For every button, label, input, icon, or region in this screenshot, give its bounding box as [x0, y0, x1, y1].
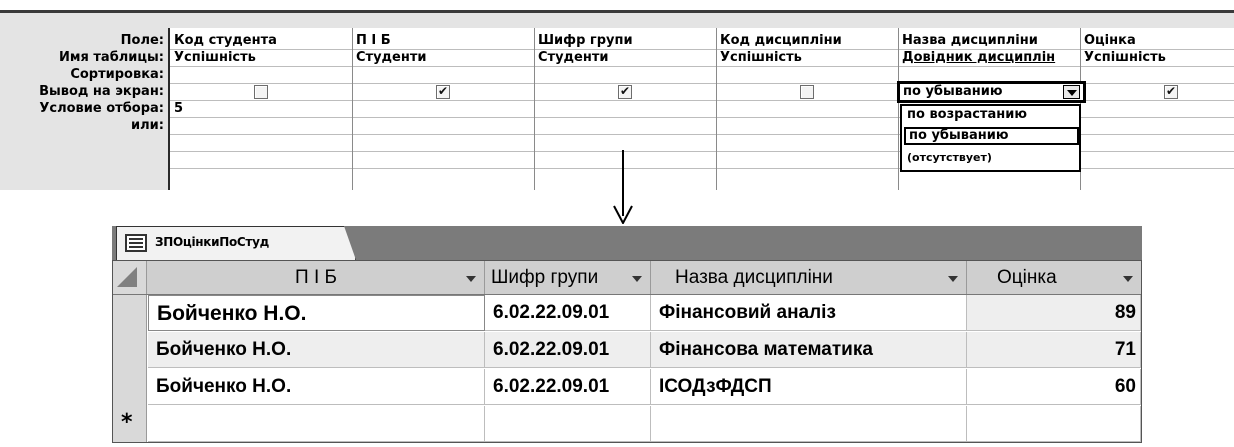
row-selector[interactable]	[113, 332, 147, 369]
sort-option-none[interactable]: (отсутствует)	[904, 150, 1079, 168]
datasheet-header-row: П І Б Шифр групи Назва дисципліни Оцінка	[113, 261, 1141, 295]
cell-discipline-row2[interactable]: Фінансова математика	[651, 332, 967, 368]
document-tab-bar: ЗПОцінкиПоСтуд	[112, 226, 1142, 260]
row-label-show: Вывод на экран:	[39, 84, 164, 99]
arrow-head-icon	[613, 205, 633, 224]
cell-discipline-row1[interactable]: Фінансовий аналіз	[651, 295, 967, 331]
show-checkbox-col2[interactable]	[436, 84, 450, 99]
row-label-or: или:	[131, 118, 164, 133]
field-cell-col5[interactable]: Назва дисципліни	[902, 33, 1078, 49]
datasheet-table: П І Б Шифр групи Назва дисципліни Оцінка…	[112, 260, 1142, 443]
column-header-pib[interactable]: П І Б	[148, 261, 485, 294]
chevron-down-icon[interactable]	[1123, 276, 1133, 282]
field-cell-col1[interactable]: Код студента	[174, 33, 350, 49]
grid-column-divider	[898, 28, 899, 190]
cell-grade-row3[interactable]: 60	[967, 369, 1141, 405]
column-header-group-label: Шифр групи	[491, 267, 599, 288]
table-cell-col6[interactable]: Успішність	[1084, 50, 1234, 66]
row-selector[interactable]	[113, 369, 147, 406]
cell-grade-row2[interactable]: 71	[967, 332, 1141, 368]
show-checkbox-col6[interactable]	[1164, 84, 1178, 99]
table-cell-col1[interactable]: Успішність	[174, 50, 350, 66]
grid-column-divider	[716, 28, 717, 190]
row-label-sort: Сортировка:	[70, 67, 164, 82]
document-tab[interactable]: ЗПОцінкиПоСтуд	[116, 226, 356, 260]
select-all-button[interactable]	[113, 261, 147, 294]
cell-pib-row3[interactable]: Бойченко Н.О.	[148, 369, 485, 405]
column-header-grade[interactable]: Оцінка	[967, 261, 1141, 294]
grid-row-divider	[170, 66, 1234, 67]
cell-discipline-row3[interactable]: ІСОДзФДСП	[651, 369, 967, 405]
query-design-grid: Поле: Имя таблицы: Сортировка: Вывод на …	[0, 0, 1234, 190]
new-row-selector[interactable]: *	[113, 406, 147, 442]
cell-group-row3[interactable]: 6.02.22.09.01	[485, 369, 651, 405]
field-cell-col6[interactable]: Оцінка	[1084, 33, 1234, 49]
new-cell-grade[interactable]	[967, 406, 1141, 442]
sort-combo-value: по убыванию	[903, 84, 1003, 99]
chevron-down-icon[interactable]	[948, 276, 958, 282]
cell-grade-row1[interactable]: 89	[967, 295, 1141, 331]
table-cell-col3[interactable]: Студенти	[538, 50, 714, 66]
new-cell-pib[interactable]	[148, 406, 485, 442]
new-record-icon: *	[121, 410, 133, 435]
show-checkbox-col4[interactable]	[800, 85, 814, 99]
sort-dropdown-list: по возрастанию по убыванию (отсутствует)	[900, 104, 1081, 172]
table-cell-col2[interactable]: Студенти	[356, 50, 532, 66]
field-cell-col3[interactable]: Шифр групи	[538, 33, 714, 49]
column-header-group[interactable]: Шифр групи	[485, 261, 651, 294]
cell-pib-row2[interactable]: Бойченко Н.О.	[148, 332, 485, 368]
query-grid-top-border	[0, 10, 1234, 13]
row-label-criteria: Условие отбора:	[39, 101, 164, 116]
criteria-cell-col1[interactable]: 5	[174, 101, 350, 117]
sort-option-descending[interactable]: по убыванию	[904, 127, 1079, 145]
sort-option-ascending[interactable]: по возрастанию	[904, 107, 1079, 125]
sort-combo-box[interactable]: по убыванию	[897, 81, 1086, 103]
grid-column-divider	[352, 28, 353, 190]
field-cell-col4[interactable]: Код дисципліни	[720, 33, 896, 49]
column-header-grade-label: Оцінка	[997, 267, 1057, 288]
document-tab-label: ЗПОцінкиПоСтуд	[155, 235, 269, 249]
column-header-discipline-label: Назва дисципліни	[675, 267, 833, 288]
new-cell-discipline[interactable]	[651, 406, 967, 442]
query-table-icon	[125, 234, 147, 252]
cell-pib-row1[interactable]: Бойченко Н.О.	[148, 295, 485, 331]
cell-group-row2[interactable]: 6.02.22.09.01	[485, 332, 651, 368]
show-checkbox-col3[interactable]	[618, 84, 632, 99]
table-cell-col5[interactable]: Довідник дисциплін	[902, 50, 1078, 66]
cell-group-row1[interactable]: 6.02.22.09.01	[485, 295, 651, 331]
select-all-icon	[117, 267, 137, 287]
row-selector[interactable]	[113, 295, 147, 332]
chevron-down-icon[interactable]	[466, 276, 476, 282]
chevron-down-icon[interactable]	[1063, 85, 1080, 99]
query-result-datasheet: ЗПОцінкиПоСтуд П І Б Шифр групи Назва ди…	[112, 226, 1142, 447]
grid-column-divider	[534, 28, 535, 190]
new-cell-group[interactable]	[485, 406, 651, 442]
row-label-field: Поле:	[120, 33, 164, 48]
chevron-down-icon[interactable]	[632, 276, 642, 282]
field-cell-col2[interactable]: П І Б	[356, 33, 532, 49]
column-header-discipline[interactable]: Назва дисципліни	[651, 261, 967, 294]
show-checkbox-col1[interactable]	[254, 85, 268, 99]
row-label-table: Имя таблицы:	[59, 50, 164, 65]
column-header-pib-label: П І Б	[295, 267, 337, 288]
table-cell-col4[interactable]: Успішність	[720, 50, 896, 66]
